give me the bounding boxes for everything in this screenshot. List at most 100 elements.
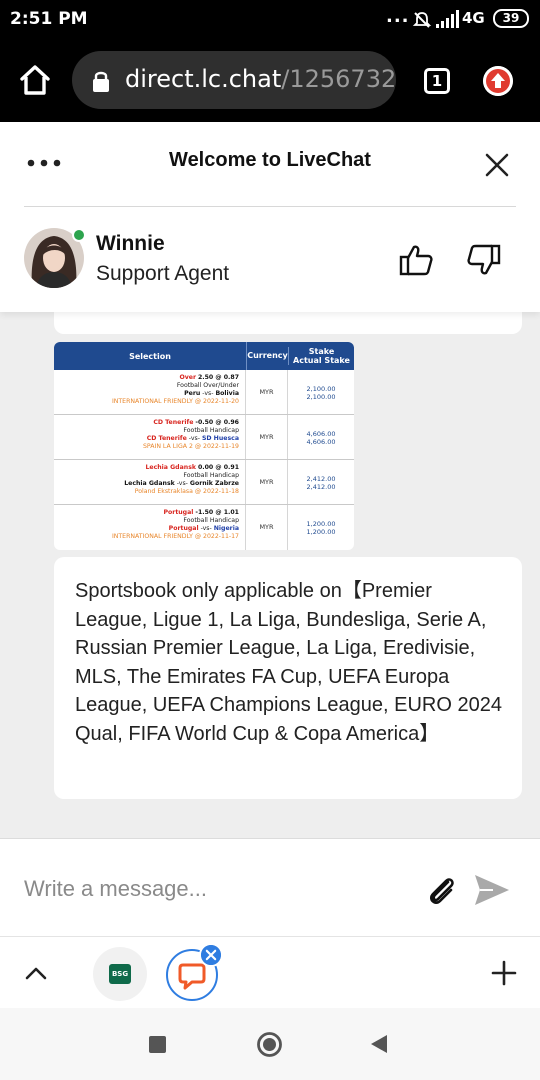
bet-currency: MYR: [246, 415, 288, 459]
bet-stake: 1,200.00 1,200.00: [288, 505, 354, 550]
chat-title: Welcome to LiveChat: [169, 149, 371, 171]
bet-line: -1.50 @ 1.01: [195, 509, 239, 516]
message-composer: [0, 838, 540, 936]
header-actual-stake-label: Actual Stake: [293, 356, 350, 365]
bet-selection: CD Tenerife -0.50 @ 0.96 Football Handic…: [54, 415, 246, 459]
signal-icon: [436, 10, 459, 28]
url-path: /12567321,: [281, 65, 396, 93]
bet-actual-stake-value: 4,606.00: [306, 438, 336, 446]
app-shortcut-label: BSG: [109, 964, 131, 984]
bet-away: Gornik Zabrze: [189, 480, 239, 487]
plus-icon[interactable]: [491, 960, 517, 986]
bet-selection: Lechia Gdansk 0.00 @ 0.91 Football Handi…: [54, 460, 246, 504]
bet-league: INTERNATIONAL FRIENDLY @ 2022-11-20: [111, 398, 239, 405]
browser-bottom-bar: BSG: [0, 936, 540, 1008]
bet-pick: Over: [179, 374, 196, 381]
bet-stake-value: 2,412.00: [306, 475, 336, 483]
lock-icon: [93, 71, 109, 92]
message-input[interactable]: [24, 873, 404, 905]
alarm-muted-icon: [412, 12, 432, 28]
bet-row: Portugal -1.50 @ 1.01 Football Handicap …: [54, 505, 354, 550]
bet-vs: -vs-: [202, 390, 214, 397]
bet-vs: -vs-: [200, 525, 212, 532]
header-divider: [24, 206, 516, 207]
app-shortcut-bsg[interactable]: BSG: [93, 947, 147, 1001]
bet-league: INTERNATIONAL FRIENDLY @ 2022-11-17: [111, 533, 239, 540]
bet-line: -0.50 @ 0.96: [195, 419, 239, 426]
agent-message-bubble: Sportsbook only applicable on【Premier Le…: [54, 557, 522, 799]
home-icon[interactable]: [18, 64, 52, 96]
address-bar[interactable]: direct.lc.chat/12567321,: [72, 51, 396, 109]
battery-indicator: 39: [493, 9, 529, 28]
bet-stake: 4,606.00 4,606.00: [288, 415, 354, 459]
bet-stake-value: 1,200.00: [306, 520, 336, 528]
bet-currency: MYR: [246, 370, 288, 414]
bet-actual-stake-value: 1,200.00: [306, 528, 336, 536]
agent-name: Winnie: [96, 232, 165, 255]
close-icon[interactable]: [484, 152, 510, 178]
chat-header: Welcome to LiveChat Winnie Support Agent: [0, 122, 540, 312]
url-text: direct.lc.chat/12567321,: [125, 65, 396, 93]
bet-vs: -vs-: [188, 435, 200, 442]
bet-vs: -vs-: [176, 480, 188, 487]
bet-home: Peru: [184, 390, 201, 397]
bet-away: Bolivia: [215, 390, 239, 397]
bet-row: Over 2.50 @ 0.87 Football Over/Under Per…: [54, 370, 354, 415]
tab-switcher-button[interactable]: 1: [424, 68, 450, 94]
bet-home: Portugal: [168, 525, 199, 532]
bet-league: Poland Ekstraklasa @ 2022-11-18: [134, 488, 239, 495]
bet-selection: Portugal -1.50 @ 1.01 Football Handicap …: [54, 505, 246, 550]
status-bar: 2:51 PM ... 4G 39: [0, 0, 540, 38]
bet-away: Nigeria: [213, 525, 239, 532]
bet-stake-value: 2,100.00: [306, 385, 336, 393]
bet-market: Football Handicap: [183, 517, 239, 524]
bet-slip-image[interactable]: Selection Currency Stake Actual Stake Ov…: [54, 342, 354, 550]
bet-market: Football Over/Under: [176, 382, 239, 389]
bet-selection: Over 2.50 @ 0.87 Football Over/Under Per…: [54, 370, 246, 414]
bet-row: CD Tenerife -0.50 @ 0.96 Football Handic…: [54, 415, 354, 460]
bet-away: SD Huesca: [201, 435, 239, 442]
bet-pick: Lechia Gdansk: [145, 464, 196, 471]
header-selection: Selection: [129, 351, 171, 361]
browser-toolbar: direct.lc.chat/12567321, 1: [0, 38, 540, 122]
status-time: 2:51 PM: [10, 9, 88, 29]
update-available-icon[interactable]: [483, 66, 513, 96]
bet-market: Football Handicap: [183, 472, 239, 479]
agent-role: Support Agent: [96, 262, 230, 285]
bet-pick: CD Tenerife: [153, 419, 194, 426]
bet-stake: 2,412.00 2,412.00: [288, 460, 354, 504]
bet-actual-stake-value: 2,100.00: [306, 393, 336, 401]
bet-currency: MYR: [246, 505, 288, 550]
bet-pick: Portugal: [163, 509, 194, 516]
bet-line: 0.00 @ 0.91: [197, 464, 239, 471]
thumbs-down-icon[interactable]: [466, 242, 502, 278]
bet-table-header: Selection Currency Stake Actual Stake: [54, 342, 354, 370]
chat-window: Welcome to LiveChat Winnie Support Agent: [0, 122, 540, 936]
network-type: 4G: [462, 9, 485, 27]
bet-stake: 2,100.00 2,100.00: [288, 370, 354, 414]
home-button[interactable]: [256, 1031, 283, 1058]
online-status-dot: [72, 228, 86, 242]
bet-actual-stake-value: 2,412.00: [306, 483, 336, 491]
send-icon[interactable]: [473, 873, 511, 907]
recent-apps-button[interactable]: [149, 1036, 166, 1053]
chevron-up-icon[interactable]: [24, 963, 48, 983]
bet-currency: MYR: [246, 460, 288, 504]
bet-home: Lechia Gdansk: [124, 480, 175, 487]
bet-market: Football Handicap: [183, 427, 239, 434]
close-bubble-icon[interactable]: [199, 943, 223, 967]
url-domain: direct.lc.chat: [125, 65, 282, 93]
header-currency: Currency: [246, 342, 288, 370]
back-button[interactable]: [369, 1033, 389, 1055]
paperclip-icon[interactable]: [424, 873, 460, 909]
system-navigation-bar: [0, 1008, 540, 1080]
bet-line: 2.50 @ 0.87: [197, 374, 239, 381]
bet-home: CD Tenerife: [146, 435, 187, 442]
bet-stake-value: 4,606.00: [306, 430, 336, 438]
header-stake-label: Stake: [308, 347, 335, 356]
header-stake: Stake Actual Stake: [288, 347, 354, 365]
bet-row: Lechia Gdansk 0.00 @ 0.91 Football Handi…: [54, 460, 354, 505]
thumbs-up-icon[interactable]: [398, 242, 434, 278]
notification-dots: ...: [386, 6, 410, 27]
bet-league: SPAIN LA LIGA 2 @ 2022-11-19: [143, 443, 239, 450]
